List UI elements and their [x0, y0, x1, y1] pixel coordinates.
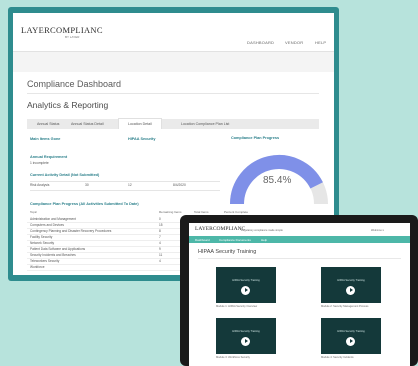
- video-thumbnail-4[interactable]: HIPAA Security Training: [321, 318, 381, 354]
- header-banner: [13, 52, 334, 72]
- activity-rule-bottom: [30, 190, 220, 191]
- activity-remaining: 12: [128, 183, 132, 187]
- activity-rule: [30, 181, 220, 182]
- nav-dashboard[interactable]: DASHBOARD: [247, 40, 274, 45]
- activity-date: 8/4/2020: [173, 183, 186, 187]
- table-header-remaining: Remaining Items: [159, 210, 182, 214]
- app-logo[interactable]: LAYERCOMPLIANC: [21, 25, 103, 35]
- table-cell: Contingency Planning and Disaster Recove…: [30, 229, 112, 233]
- laptop-header-text: Regulatory compliance made simple: [241, 229, 283, 232]
- tab-annual-status[interactable]: Annual Status: [37, 119, 59, 129]
- plan-progress-title: Compliance Plan Progress (All Activities…: [30, 202, 139, 206]
- table-cell: 4: [159, 241, 161, 245]
- table-cell: 7: [159, 235, 161, 239]
- table-cell: Workforce: [30, 265, 45, 269]
- video-1-title: HIPAA Security Training: [232, 279, 260, 282]
- table-header-percent: Percent Complete: [224, 210, 249, 214]
- table-header-total: Total Items: [194, 210, 209, 214]
- video-2-title: HIPAA Security Training: [337, 279, 365, 282]
- laptop-nav-help[interactable]: Help: [261, 238, 267, 242]
- table-cell: Administration and Management: [30, 217, 76, 221]
- gauge-value: 85.4%: [263, 175, 292, 186]
- main-items-title: Main Items Gone: [30, 137, 61, 141]
- table-header-topic: Topic: [30, 210, 38, 214]
- tab-annual-status-detail[interactable]: Annual Status Detail: [71, 119, 104, 129]
- annual-requirement-value: 1 incomplete: [30, 161, 49, 165]
- user-menu[interactable]: Welcome ▾: [371, 229, 384, 232]
- annual-requirement-title: Annual Requirement: [30, 155, 68, 159]
- table-cell: 0: [159, 217, 161, 221]
- current-activity-title: Current Activity Detail (Not Submitted): [30, 173, 100, 177]
- top-navigation-bar: LAYERCOMPLIANC BY LAYER DASHBOARD VENDOR…: [13, 13, 334, 52]
- table-cell: Computers and Devices: [30, 223, 65, 227]
- training-divider: [198, 258, 401, 259]
- play-icon[interactable]: [241, 286, 250, 295]
- table-cell: 4: [159, 259, 161, 263]
- table-cell: Patient Data Software and Applications: [30, 247, 86, 251]
- table-cell: Teleworkers Security: [30, 259, 60, 263]
- video-4-caption[interactable]: Module 4: Security Incidents: [321, 356, 354, 359]
- table-cell: 15: [159, 223, 163, 227]
- video-thumbnail-3[interactable]: HIPAA Security Training: [216, 318, 276, 354]
- tab-location-detail[interactable]: Location Detail: [118, 118, 162, 129]
- app-logo-subtitle: BY LAYER: [65, 35, 80, 39]
- section-subtitle: Analytics & Reporting: [27, 100, 109, 110]
- table-cell: Security Incidents and Breaches: [30, 253, 76, 257]
- play-icon[interactable]: [346, 286, 355, 295]
- training-title: HIPAA Security Training: [198, 249, 257, 255]
- laptop-logo[interactable]: LAYERCOMPLIANC: [195, 226, 245, 232]
- video-1-caption[interactable]: Module 1: HIPAA Security Overview: [216, 305, 257, 308]
- page-title: Compliance Dashboard: [27, 79, 122, 89]
- tab-location-compliance-plan-list[interactable]: Location Compliance Plan List: [181, 119, 229, 129]
- laptop-header: LAYERCOMPLIANC Regulatory compliance mad…: [189, 223, 410, 236]
- table-cell: 8: [159, 229, 161, 233]
- nav-vendor[interactable]: VENDOR: [285, 40, 303, 45]
- activity-name: Risk Analysis: [30, 183, 50, 187]
- table-cell: 11: [159, 253, 163, 257]
- video-3-title: HIPAA Security Training: [232, 330, 260, 333]
- video-4-title: HIPAA Security Training: [337, 330, 365, 333]
- activity-total: 30: [85, 183, 89, 187]
- laptop-nav-dashboard[interactable]: Dashboard: [195, 238, 210, 242]
- gauge-title: Compliance Plan Progress: [231, 136, 280, 140]
- video-2-caption[interactable]: Module 2: Security Management Process: [321, 305, 368, 308]
- laptop-screen: LAYERCOMPLIANC Regulatory compliance mad…: [189, 223, 410, 366]
- table-cell: 9: [159, 247, 161, 251]
- nav-help[interactable]: HELP: [315, 40, 326, 45]
- table-cell: Facility Security: [30, 235, 53, 239]
- play-icon[interactable]: [346, 337, 355, 346]
- laptop-device: LAYERCOMPLIANC Regulatory compliance mad…: [180, 215, 418, 366]
- hipaa-security-title: HIPAA Security: [128, 137, 156, 141]
- video-3-caption[interactable]: Module 3: Workforce Security: [216, 356, 250, 359]
- laptop-nav-bar: Dashboard Compliance Documents Help: [189, 236, 410, 243]
- report-tabs: Annual Status Annual Status Detail Locat…: [27, 118, 319, 129]
- laptop-nav-compliance-documents[interactable]: Compliance Documents: [219, 238, 251, 242]
- video-thumbnail-2[interactable]: HIPAA Security Training: [321, 267, 381, 303]
- table-cell: Network Security: [30, 241, 55, 245]
- play-icon[interactable]: [241, 337, 250, 346]
- video-thumbnail-1[interactable]: HIPAA Security Training: [216, 267, 276, 303]
- title-divider: [27, 93, 319, 94]
